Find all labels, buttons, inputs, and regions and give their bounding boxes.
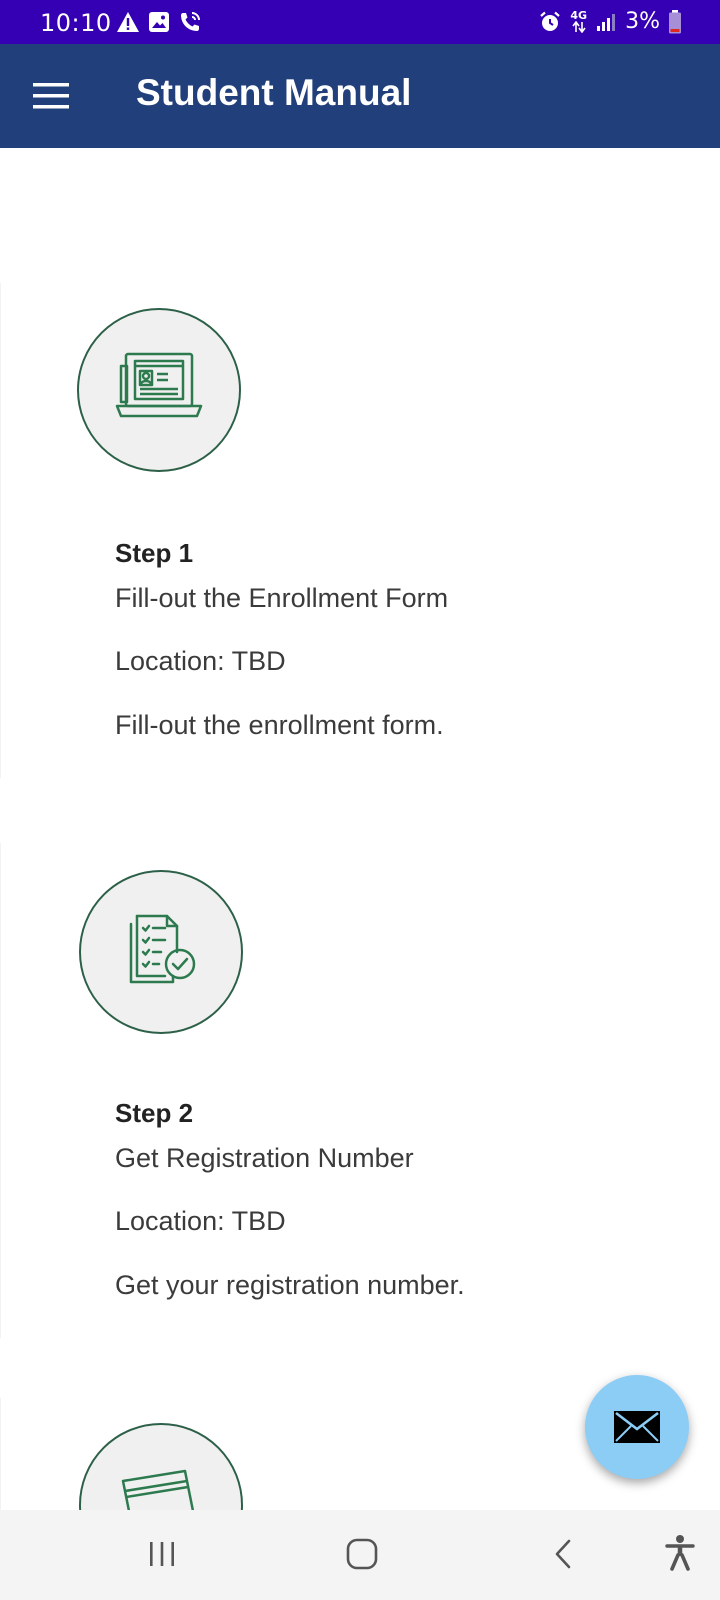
- mail-icon: [614, 1411, 660, 1443]
- online-form-icon: [115, 352, 203, 418]
- payment-card-icon: [121, 1469, 195, 1510]
- status-right-icons: 4G 3%: [538, 9, 682, 34]
- home-button[interactable]: [346, 1538, 378, 1575]
- network-indicator: 4G: [570, 8, 588, 33]
- image-icon: [149, 12, 169, 32]
- recent-apps-button[interactable]: [147, 1540, 177, 1573]
- back-button[interactable]: [552, 1538, 574, 1575]
- signal-icon: [597, 13, 616, 31]
- battery-percentage: 3%: [625, 9, 660, 34]
- system-nav-bar: [0, 1510, 720, 1600]
- step-subtitle: Fill-out the Enrollment Form: [115, 583, 449, 613]
- step-card: Step 2 Get Registration Number Location:…: [0, 843, 720, 1338]
- alarm-icon: [540, 11, 561, 31]
- data-arrows-icon: [572, 20, 586, 33]
- network-type-label: 4G: [570, 8, 588, 22]
- battery-icon: [669, 9, 681, 33]
- step-description: Get your registration number.: [115, 1270, 465, 1300]
- step-icon-circle: [79, 870, 243, 1034]
- step-icon-circle: [77, 308, 241, 472]
- recent-apps-icon: [150, 1542, 174, 1566]
- app-title: Student Manual: [136, 72, 412, 113]
- status-left-icons: [116, 10, 202, 34]
- step-location: Location: TBD: [115, 646, 286, 676]
- step-description: Fill-out the enrollment form.: [115, 710, 444, 740]
- status-bar: 10:10 4G 3%: [0, 0, 720, 44]
- steps-list: Step 1 Fill-out the Enrollment Form Loca…: [0, 148, 720, 1510]
- checklist-document-icon: [129, 914, 196, 984]
- step-card: Step 1 Fill-out the Enrollment Form Loca…: [0, 283, 720, 778]
- step-subtitle: Get Registration Number: [115, 1143, 414, 1173]
- status-time: 10:10: [40, 9, 112, 37]
- mail-fab-button[interactable]: [585, 1375, 689, 1479]
- app-bar: Student Manual: [0, 44, 720, 148]
- step-title: Step 1: [115, 538, 194, 568]
- home-icon: [346, 1538, 378, 1570]
- step-location: Location: TBD: [115, 1206, 286, 1236]
- warning-icon: [117, 12, 139, 32]
- accessibility-button[interactable]: [664, 1534, 696, 1577]
- hamburger-menu-icon[interactable]: [33, 83, 69, 109]
- wifi-calling-icon: [181, 12, 200, 31]
- back-icon: [555, 1539, 571, 1569]
- step-title: Step 2: [115, 1098, 194, 1128]
- accessibility-icon: [665, 1535, 695, 1571]
- step-icon-circle: [79, 1423, 243, 1510]
